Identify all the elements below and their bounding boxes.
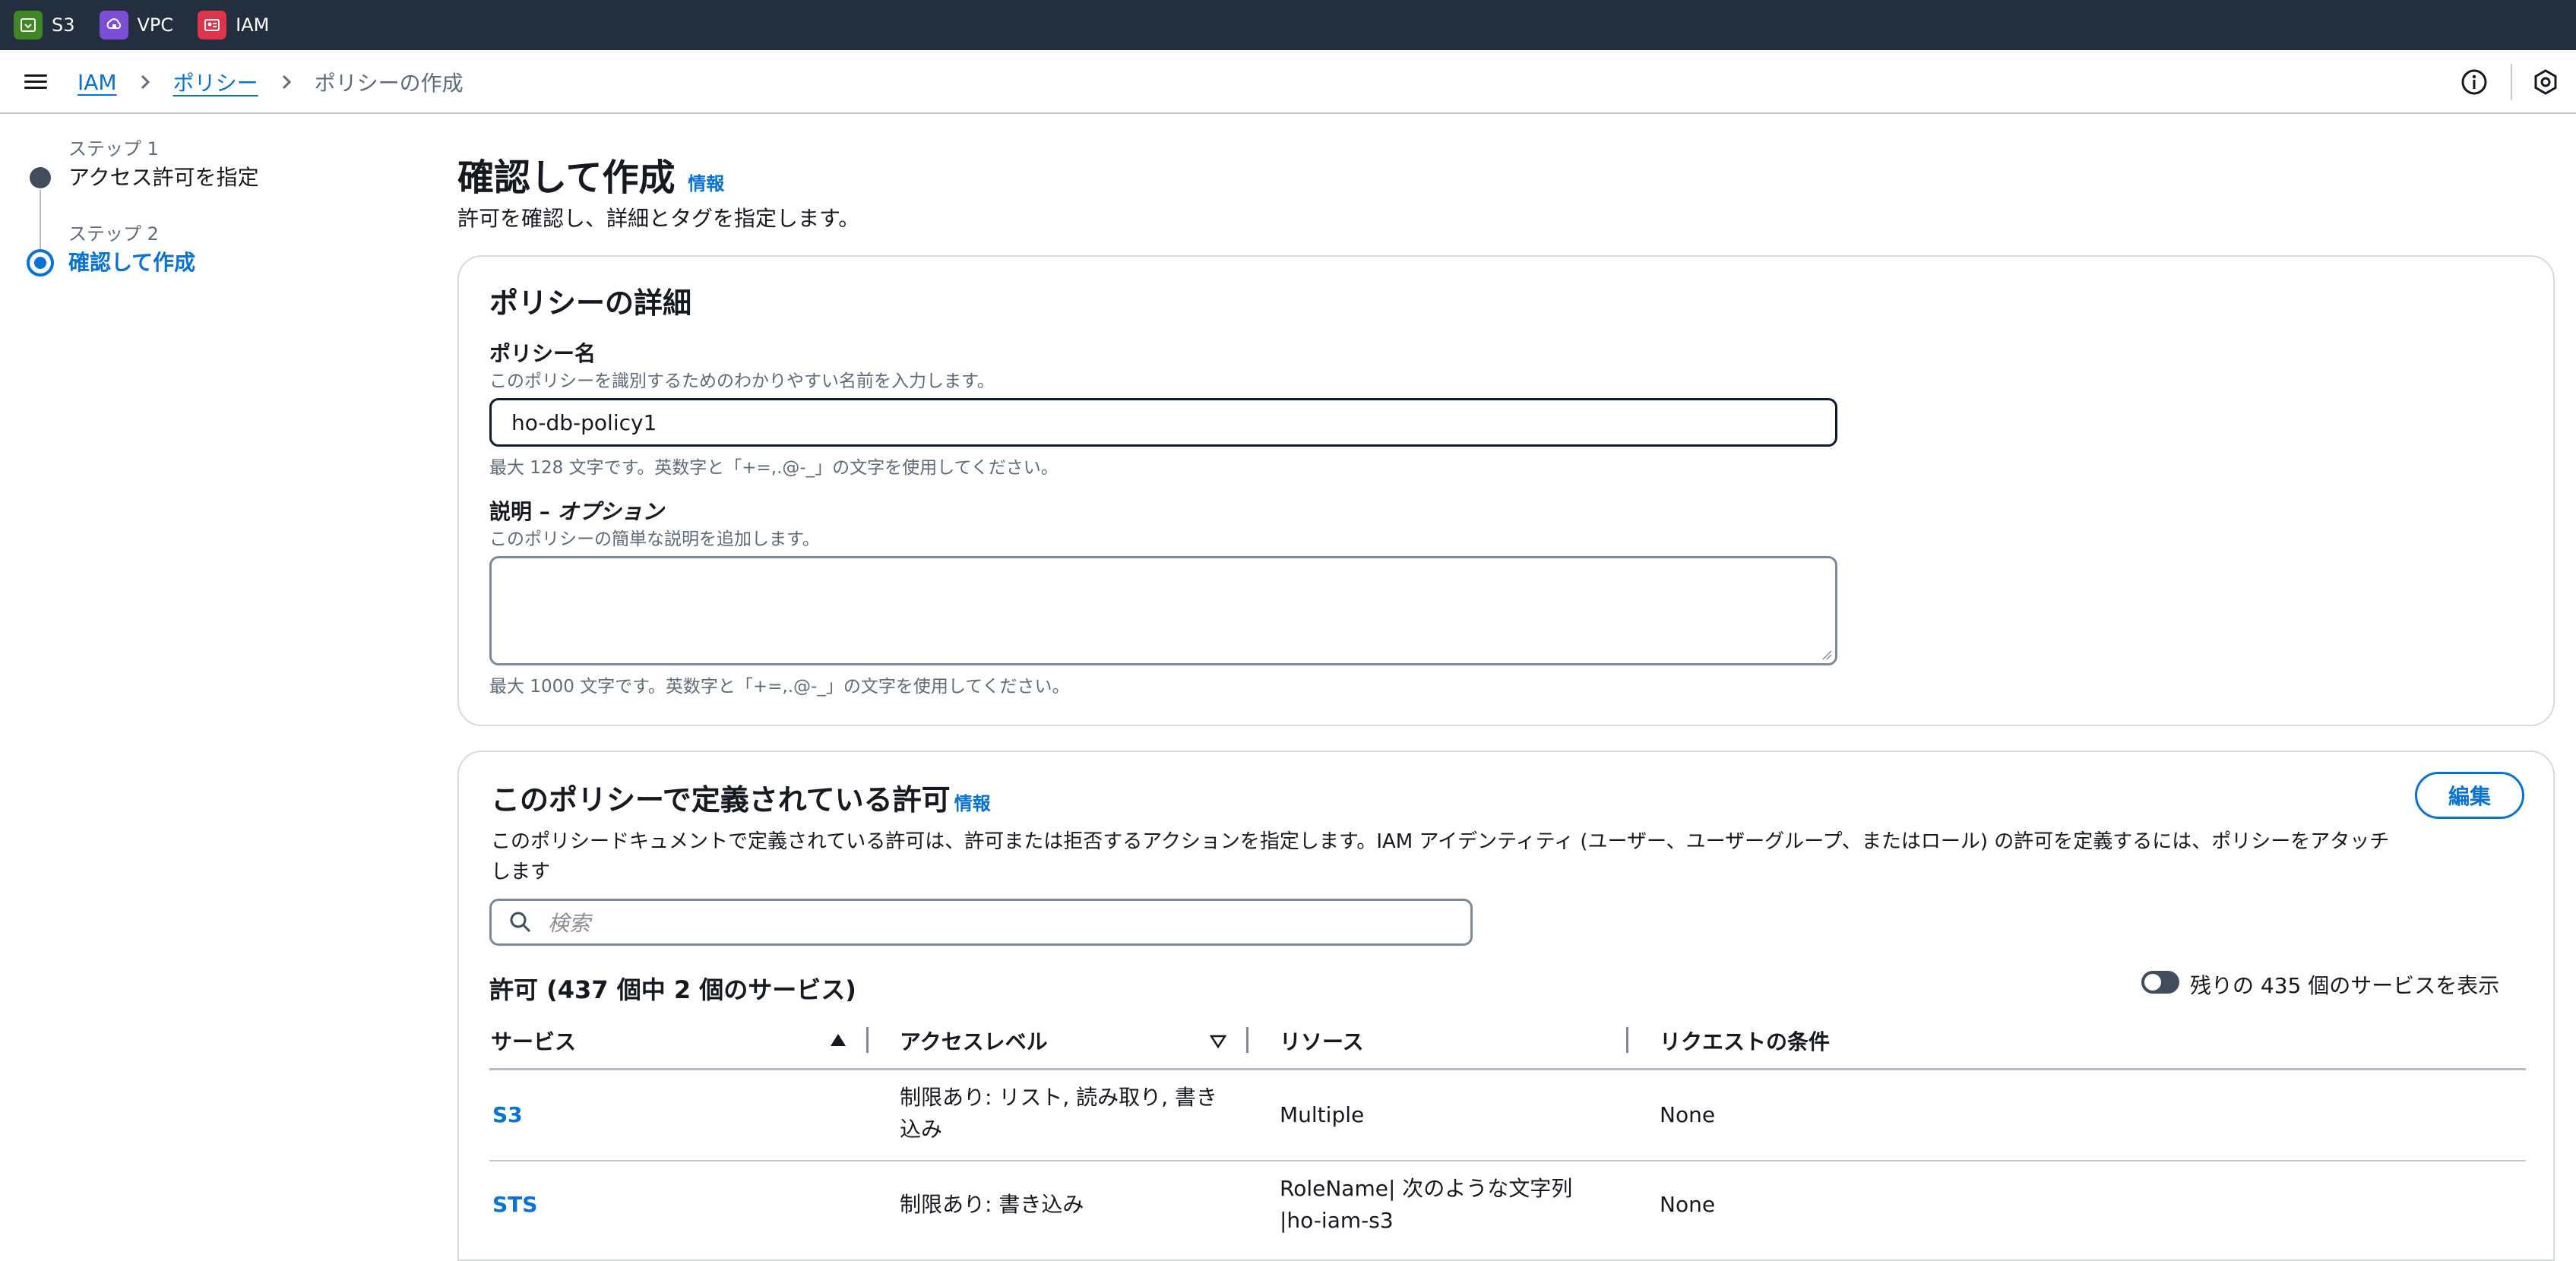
show-remaining-services-toggle[interactable] [2141, 971, 2179, 994]
service-label: IAM [236, 14, 270, 36]
resource-cell: Multiple [1280, 1102, 1365, 1127]
settings-hexagon-icon[interactable] [2532, 68, 2559, 96]
permissions-description: このポリシードキュメントで定義されている許可は、許可または拒否するアクションを指… [491, 826, 2389, 887]
description-textarea[interactable] [489, 556, 1837, 665]
access-level-line: 込み [900, 1117, 943, 1142]
service-shortcut-s3[interactable]: S3 [14, 11, 75, 40]
breadcrumb-link-iam[interactable]: IAM [78, 70, 117, 95]
policy-name-hint: 最大 128 文字です。英数字と「+=,.@-_」の文字を使用してください。 [489, 458, 1059, 478]
breadcrumb: IAM ポリシー ポリシーの作成 [78, 50, 464, 114]
step-number: ステップ 1 [68, 138, 159, 160]
service-label: VPC [137, 14, 174, 36]
info-link[interactable]: 情報 [954, 793, 991, 814]
step-current-icon [27, 249, 54, 277]
page-title-text: 確認して作成 [457, 156, 676, 199]
permissions-search-input[interactable]: 検索 [489, 899, 1473, 946]
column-header-service[interactable]: サービス [491, 1026, 576, 1056]
info-link[interactable]: 情報 [688, 173, 724, 194]
step-title-specify-permissions[interactable]: アクセス許可を指定 [68, 161, 259, 191]
s3-service-icon [14, 11, 43, 40]
search-icon [510, 912, 531, 933]
optional-tag: オプション [557, 499, 664, 524]
breadcrumb-current: ポリシーの作成 [314, 71, 464, 96]
permissions-description-line: します [491, 861, 551, 883]
breadcrumb-link-policies[interactable]: ポリシー [173, 67, 258, 97]
access-level-cell: 制限あり: リスト, 読み取り, 書き 込み [900, 1082, 1217, 1146]
permissions-count-title: 許可 (437 個中 2 個のサービス) [489, 975, 856, 1004]
top-navigation-bar: S3 VPC IAM [0, 0, 2576, 50]
column-resizer[interactable] [1246, 1027, 1248, 1053]
step-number: ステップ 2 [68, 223, 159, 245]
service-shortcut-iam[interactable]: IAM [198, 11, 269, 40]
breadcrumb-bar: IAM ポリシー ポリシーの作成 [0, 50, 2576, 114]
service-label: S3 [52, 14, 75, 36]
chevron-right-icon [137, 74, 153, 90]
page-title: 確認して作成 情報 [457, 147, 724, 201]
column-header-request-conditions[interactable]: リクエストの条件 [1660, 1026, 1830, 1056]
resource-cell: RoleName| 次のような文字列 |ho-iam-s3 [1280, 1173, 1572, 1237]
access-level-line: 制限あり: リスト, 読み取り, 書き [900, 1085, 1217, 1110]
permissions-heading: このポリシーで定義されている許可 情報 [491, 776, 991, 818]
step-title-review-create: 確認して作成 [68, 250, 196, 275]
policy-details-card: ポリシーの詳細 ポリシー名 このポリシーを識別するためのわかりやすい名前を入力し… [457, 255, 2555, 726]
service-shortcut-vpc[interactable]: VPC [99, 11, 174, 40]
divider [2511, 64, 2512, 100]
policy-name-value: ho-db-policy1 [511, 409, 657, 435]
search-placeholder: 検索 [548, 911, 591, 936]
iam-service-icon [198, 11, 227, 40]
description-label-text: 説明 – [489, 499, 558, 524]
column-header-resource[interactable]: リソース [1280, 1026, 1364, 1056]
page-description: 許可を確認し、詳細とタグを指定します。 [457, 206, 860, 231]
menu-icon[interactable] [24, 71, 47, 93]
access-level-cell: 制限あり: 書き込み [900, 1192, 1084, 1217]
sort-ascending-icon[interactable] [830, 1033, 847, 1047]
permissions-heading-text: このポリシーで定義されている許可 [491, 783, 951, 817]
edit-button[interactable]: 編集 [2415, 772, 2524, 819]
description-field-description: このポリシーの簡単な説明を追加します。 [489, 529, 820, 549]
info-icon[interactable] [2460, 68, 2488, 96]
policy-name-description: このポリシーを識別するためのわかりやすい名前を入力します。 [489, 371, 995, 391]
column-resizer[interactable] [1626, 1027, 1628, 1053]
show-remaining-services-label: 残りの 435 個のサービスを表示 [2190, 973, 2500, 998]
resource-line: |ho-iam-s3 [1280, 1208, 1394, 1233]
resize-handle-icon[interactable] [1821, 649, 1832, 660]
policy-name-label: ポリシー名 [489, 341, 597, 366]
step-completed-icon [30, 167, 51, 188]
service-link-sts[interactable]: STS [492, 1189, 537, 1221]
vpc-service-icon [99, 11, 128, 40]
policy-name-input[interactable]: ho-db-policy1 [489, 398, 1837, 447]
table-header-divider [489, 1068, 2526, 1070]
column-resizer[interactable] [866, 1027, 869, 1053]
sort-descending-outline-icon[interactable] [1210, 1035, 1226, 1048]
chevron-right-icon [278, 74, 295, 90]
column-header-access-level[interactable]: アクセスレベル [900, 1026, 1048, 1056]
permissions-description-line: このポリシードキュメントで定義されている許可は、許可または拒否するアクションを指… [491, 830, 2390, 853]
policy-details-heading: ポリシーの詳細 [489, 286, 692, 320]
description-hint: 最大 1000 文字です。英数字と「+=,.@-_」の文字を使用してください。 [489, 677, 1070, 697]
resource-line: RoleName| 次のような文字列 [1280, 1176, 1573, 1201]
description-label: 説明 – オプション [489, 495, 664, 526]
request-condition-cell: None [1660, 1192, 1716, 1217]
request-condition-cell: None [1660, 1102, 1716, 1127]
row-divider [489, 1160, 2526, 1161]
service-link-s3[interactable]: S3 [492, 1099, 523, 1131]
